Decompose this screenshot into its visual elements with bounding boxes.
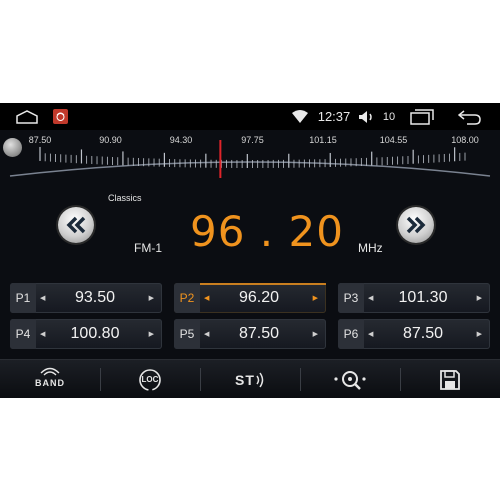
seek-backward-button[interactable] <box>58 207 94 243</box>
preset-next-icon[interactable]: ▶ <box>313 319 318 349</box>
preset-id: P3 <box>338 283 364 313</box>
preset-next-icon[interactable]: ▶ <box>477 283 482 313</box>
wifi-icon <box>290 103 310 130</box>
preset-p1[interactable]: P1 ◀ 93.50 ▶ <box>10 283 162 313</box>
loc-label-text: LOC <box>141 374 159 384</box>
band-button[interactable]: BAND <box>0 360 100 398</box>
tuner-knob-icon[interactable] <box>3 138 22 157</box>
preset-next-icon[interactable]: ▶ <box>313 283 318 313</box>
home-icon[interactable] <box>14 103 40 130</box>
preset-frequency: 101.30 <box>398 289 448 306</box>
preset-frequency: 100.80 <box>70 325 120 342</box>
preset-frequency: 87.50 <box>238 325 280 342</box>
scale-arc <box>9 161 491 177</box>
preset-id: P1 <box>10 283 36 313</box>
radio-screen: 12:37 10 87.50 90.90 94.30 97.75 101.15 104.5… <box>0 103 500 398</box>
back-icon[interactable] <box>455 103 485 130</box>
preset-next-icon[interactable]: ▶ <box>149 319 154 349</box>
preset-id: P6 <box>338 319 364 349</box>
stereo-button[interactable]: ST <box>200 360 300 398</box>
preset-frequency: 87.50 <box>402 325 444 342</box>
scale-label: 87.50 <box>28 135 52 145</box>
preset-p6[interactable]: P6 ◀ 87.50 ▶ <box>338 319 490 349</box>
preset-next-icon[interactable]: ▶ <box>149 283 154 313</box>
preset-frequency: 93.50 <box>74 289 116 306</box>
stereo-icon <box>256 372 264 387</box>
preset-p5[interactable]: P5 ◀ 87.50 ▶ <box>174 319 326 349</box>
preset-id: P4 <box>10 319 36 349</box>
preset-prev-icon[interactable]: ◀ <box>40 283 45 313</box>
preset-prev-icon[interactable]: ◀ <box>368 319 373 349</box>
preset-prev-icon[interactable]: ◀ <box>204 283 209 313</box>
preset-p2[interactable]: P2 ◀ 96.20 ▶ <box>174 283 326 313</box>
band-label: FM-1 <box>134 241 162 255</box>
scale-label: 97.75 <box>241 135 264 145</box>
band-label-text: BAND <box>35 377 65 388</box>
app-icon[interactable] <box>51 103 69 130</box>
volume-level: 10 <box>382 110 396 123</box>
preset-next-icon[interactable]: ▶ <box>477 319 482 349</box>
scan-icon <box>334 370 366 390</box>
preset-p3[interactable]: P3 ◀ 101.30 ▶ <box>338 283 490 313</box>
preset-frequency: 96.20 <box>238 289 280 306</box>
save-icon <box>440 369 460 390</box>
recent-apps-icon[interactable] <box>408 103 436 130</box>
tuner-scale[interactable]: 87.50 90.90 94.30 97.75 101.15 104.55 108.00 <box>0 130 500 190</box>
loc-icon: LOC <box>136 368 164 392</box>
volume-icon[interactable] <box>356 103 378 130</box>
preset-id: P5 <box>174 319 200 349</box>
save-button[interactable] <box>400 360 500 398</box>
scale-label: 90.90 <box>99 135 122 145</box>
frequency-unit: MHz <box>358 241 383 255</box>
loc-button[interactable]: LOC <box>100 360 200 398</box>
scale-label: 108.00 <box>451 135 479 145</box>
scale-label: 104.55 <box>379 135 408 145</box>
preset-prev-icon[interactable]: ◀ <box>368 283 373 313</box>
scale-label: 101.15 <box>309 135 337 145</box>
bottom-toolbar: BAND LOC ST <box>0 359 500 398</box>
preset-prev-icon[interactable]: ◀ <box>204 319 209 349</box>
seek-forward-button[interactable] <box>398 207 434 243</box>
preset-p4[interactable]: P4 ◀ 100.80 ▶ <box>10 319 162 349</box>
band-icon: BAND <box>30 366 70 394</box>
status-bar: 12:37 10 <box>0 103 500 130</box>
current-frequency: 96 . 20 <box>190 207 344 256</box>
clock: 12:37 <box>317 109 351 124</box>
station-name: Classics <box>108 193 142 203</box>
scan-button[interactable] <box>300 360 400 398</box>
preset-id: P2 <box>174 283 200 313</box>
scale-label: 94.30 <box>169 135 193 145</box>
stereo-label-text: ST <box>235 371 255 388</box>
preset-prev-icon[interactable]: ◀ <box>40 319 45 349</box>
